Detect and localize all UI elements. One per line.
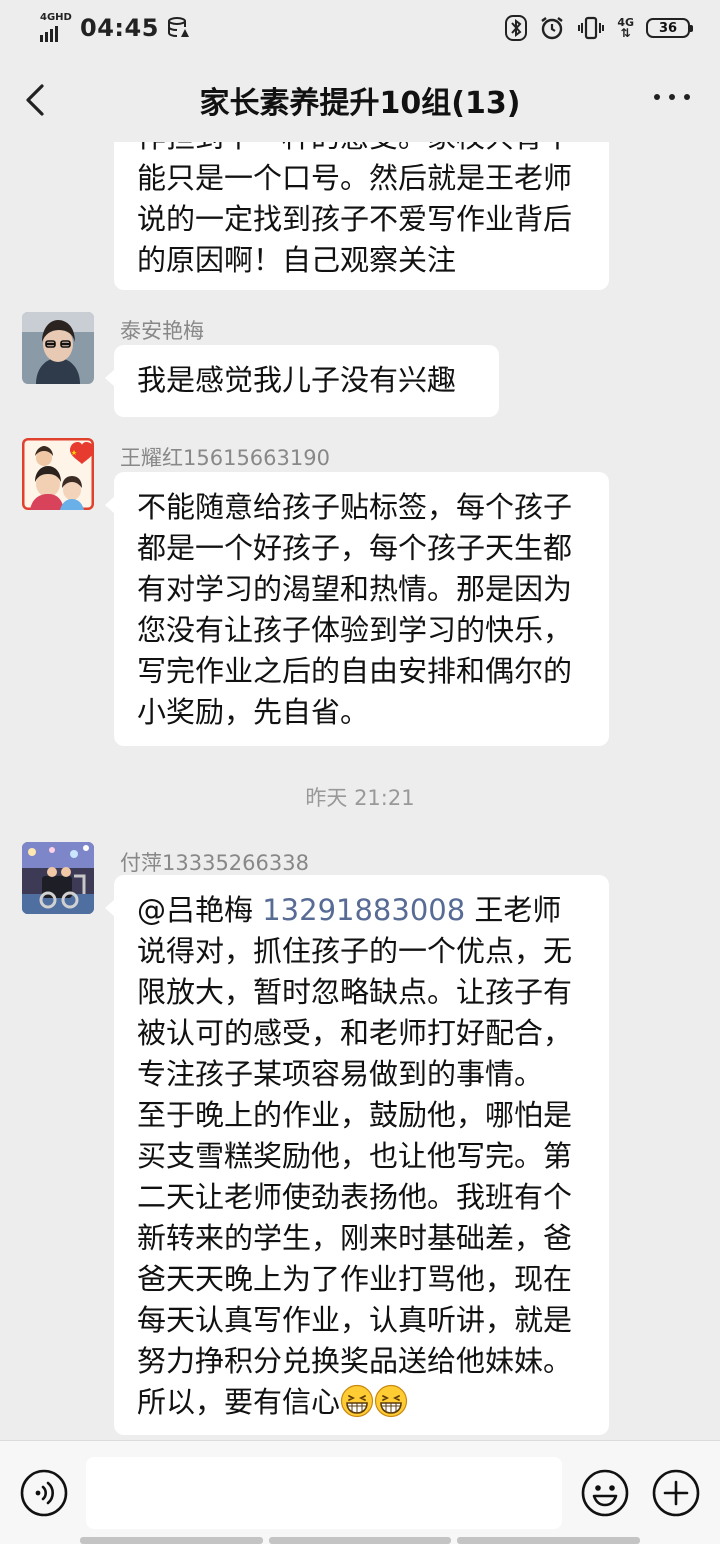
message-input[interactable]: [86, 1457, 562, 1529]
message-line: @吕艳梅 13291883008 王老师: [137, 890, 587, 931]
more-functions-button[interactable]: [652, 1469, 700, 1517]
avatar-image: [22, 438, 94, 510]
more-dot-icon: [684, 94, 690, 100]
message-line: 能只是一个口号。然后就是王老师: [137, 161, 573, 195]
message-line: 有对学习的渴望和热情。那是因为: [137, 572, 573, 606]
gesture-bar: [80, 1537, 641, 1544]
battery-level: 36: [658, 20, 678, 36]
avatar-image: [22, 312, 94, 384]
more-dot-icon: [654, 94, 660, 100]
status-right: 4G ⇅ 36: [505, 14, 693, 42]
message-line: 作担到中一种的感受。家校共育不: [137, 142, 587, 158]
message-line: 不能随意给孩子贴标签，每个孩子: [137, 490, 573, 524]
message-bubble[interactable]: 我是感觉我儿子没有兴趣: [105, 345, 499, 417]
grinning-emoji-icon: [340, 1384, 374, 1418]
message-bubble[interactable]: 作担到中一种的感受。家校共育不 能只是一个口号。然后就是王老师 说的一定找到孩子…: [114, 142, 609, 290]
status-left: 4GHD 04:45: [38, 12, 191, 44]
message-line: 写完作业之后的自由安排和偶尔的: [137, 654, 573, 688]
grinning-emoji-icon: [374, 1384, 408, 1418]
avatar[interactable]: [22, 438, 94, 510]
bluetooth-icon: [505, 15, 528, 41]
message-line: 买支雪糕奖励他，也让他写完。第: [137, 1139, 573, 1173]
alarm-icon: [541, 17, 564, 40]
message-line: 我是感觉我儿子没有兴趣: [137, 363, 457, 397]
input-bar: [0, 1440, 720, 1544]
sender-name: 泰安艳梅: [120, 319, 204, 343]
message-timestamp: 昨天 21:21: [305, 786, 415, 810]
message-bubble[interactable]: 不能随意给孩子贴标签，每个孩子 都是一个好孩子，每个孩子天生都 有对学习的渴望和…: [105, 472, 609, 746]
message-line: 每天认真写作业，认真听讲，就是: [137, 1303, 573, 1337]
mention-name[interactable]: @吕艳梅: [137, 893, 262, 927]
status-time: 04:45: [80, 14, 159, 42]
message-line: 限放大，暂时忽略缺点。让孩子有: [137, 975, 573, 1009]
more-dot-icon: [669, 94, 675, 100]
chat-header: 家长素养提升10组(13): [0, 58, 720, 142]
plus-icon: [652, 1469, 700, 1517]
message-text: 王老师: [465, 893, 562, 927]
status-bar: 4GHD 04:45 4G ⇅ 36: [0, 0, 720, 58]
network-type: 4GHD: [40, 12, 72, 23]
message-line: 二天让老师使劲表扬他。我班有个: [137, 1180, 573, 1214]
message-line: 专注孩子某项容易做到的事情。: [137, 1057, 544, 1091]
voice-icon: [20, 1469, 68, 1517]
smiley-icon: [581, 1469, 629, 1517]
message-line: 所以，要有信心: [137, 1382, 587, 1423]
signal-icon: 4GHD: [38, 12, 72, 42]
sender-name: 王耀红15615663190: [120, 446, 330, 470]
emoji-button[interactable]: [581, 1469, 629, 1517]
message-line: 说的一定找到孩子不爱写作业背后: [137, 202, 573, 236]
vibrate-icon: [578, 16, 605, 40]
message-list[interactable]: 作担到中一种的感受。家校共育不 能只是一个口号。然后就是王老师 说的一定找到孩子…: [0, 142, 720, 1440]
battery-icon: 36: [646, 18, 693, 38]
message-line: 小奖励，先自省。: [137, 695, 370, 729]
voice-button[interactable]: [20, 1469, 68, 1517]
avatar[interactable]: [22, 312, 94, 384]
message-line: 新转来的学生，刚来时基础差，爸: [137, 1221, 573, 1255]
message-line: 说得对，抓住孩子的一个优点，无: [137, 934, 573, 968]
mention-phone-link[interactable]: 13291883008: [262, 893, 465, 927]
message-line: 至于晚上的作业，鼓励他，哪怕是: [137, 1098, 573, 1132]
message-line: 都是一个好孩子，每个孩子天生都: [137, 531, 573, 565]
message-line: 爸天天晚上为了作业打骂他，现在: [137, 1262, 573, 1296]
avatar[interactable]: [22, 842, 94, 914]
mobile-data-icon: 4G ⇅: [617, 16, 634, 40]
message-line: 被认可的感受，和老师打好配合，: [137, 1016, 573, 1050]
message-line: 您没有让孩子体验到学习的快乐，: [137, 613, 573, 647]
database-icon: [167, 17, 189, 37]
more-options-button[interactable]: [654, 94, 690, 100]
message-bubble[interactable]: @吕艳梅 13291883008 王老师 说得对，抓住孩子的一个优点，无 限放大…: [105, 875, 609, 1435]
message-line: 的原因啊！自己观察关注: [137, 243, 457, 277]
page-title: 家长素养提升10组(13): [199, 86, 521, 121]
sender-name: 付萍13335266338: [120, 851, 309, 875]
message-text: 所以，要有信心: [137, 1385, 341, 1419]
message-line: 努力挣积分兑换奖品送给他妹妹。: [137, 1344, 573, 1378]
avatar-image: [22, 842, 94, 914]
